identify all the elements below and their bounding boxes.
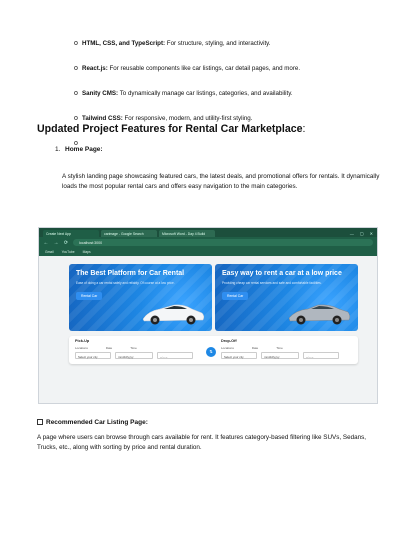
section-heading-colon: :: [302, 123, 306, 135]
section-heading: Updated Project Features for Rental Car …: [37, 123, 305, 135]
address-bar[interactable]: localhost:3000: [73, 239, 373, 246]
location-label: Locations: [75, 346, 88, 350]
bullet-icon: o: [74, 65, 78, 72]
bookmark-youtube[interactable]: YouTube: [62, 250, 75, 254]
bullet-icon: o: [74, 40, 78, 47]
list-item: o Sanity CMS: To dynamically manage car l…: [74, 90, 402, 115]
dropoff-fields: Select your city mm/dd/yyyy --:-- --: [221, 352, 339, 359]
swap-locations-button[interactable]: ⇅: [206, 347, 216, 357]
time-label: Time: [130, 346, 137, 350]
recommended-listing-label: Recommended Car Listing Page:: [46, 419, 148, 426]
banner-title: Easy way to rent a car at a low price: [222, 270, 342, 277]
dropoff-date-input[interactable]: mm/dd/yyyy: [261, 352, 299, 359]
pickup-time-input[interactable]: --:-- --: [157, 352, 193, 359]
browser-tab[interactable]: Create Next App: [43, 230, 99, 237]
list-item: o HTML, CSS, and TypeScript: For structur…: [74, 40, 402, 65]
time-label: Time: [276, 346, 283, 350]
silver-sports-car-image: [288, 304, 351, 325]
missing-glyph-icon: [37, 419, 43, 425]
date-label: Date: [105, 346, 113, 350]
web-page: The Best Platform for Car Rental Ease of…: [39, 256, 377, 403]
list-item: o React.js: For reusable components like …: [74, 65, 402, 90]
banner-subtitle: Ease of doing a car rental safely and re…: [76, 281, 175, 285]
dropoff-title: Drop-Off: [221, 339, 237, 343]
minimize-icon[interactable]: —: [350, 230, 354, 237]
hero-banner-right: Easy way to rent a car at a low price Pr…: [215, 264, 358, 331]
browser-tab[interactable]: carimage - Google Search: [101, 230, 157, 237]
booking-form: Pick-Up Locations Date Time Select your …: [69, 336, 358, 364]
list-item-bold: React.js:: [82, 65, 108, 72]
close-icon[interactable]: ✕: [370, 230, 373, 237]
list-item-text: For responsive, modern, and utility-firs…: [122, 115, 253, 122]
item-label: Home Page:: [65, 146, 103, 153]
dropoff-labels: Locations Date Time: [221, 346, 283, 350]
pickup-date-input[interactable]: mm/dd/yyyy: [115, 352, 153, 359]
dropoff-city-select[interactable]: Select your city: [221, 352, 257, 359]
banner-subtitle: Providing cheap car rental services and …: [222, 281, 322, 285]
pickup-labels: Locations Date Time: [75, 346, 137, 350]
banner-title: The Best Platform for Car Rental: [76, 270, 185, 277]
pickup-fields: Select your city mm/dd/yyyy --:-- --: [75, 352, 193, 359]
browser-toolbar: ← → ⟳ localhost:3000: [39, 237, 377, 248]
list-item-text: To dynamically manage car listings, cate…: [118, 90, 293, 97]
tech-stack-list: o HTML, CSS, and TypeScript: For structur…: [74, 40, 402, 165]
list-item: o: [74, 140, 402, 165]
list-item-bold: HTML, CSS, and TypeScript:: [82, 40, 166, 47]
swap-icon: ⇅: [209, 349, 213, 354]
home-page-description: A stylish landing page showcasing featur…: [62, 173, 380, 191]
pickup-city-select[interactable]: Select your city: [75, 352, 111, 359]
rental-car-button[interactable]: Rental Car: [222, 292, 249, 300]
bullet-icon: o: [74, 115, 78, 122]
bookmark-maps[interactable]: Maps: [83, 250, 91, 254]
white-sports-car-image: [142, 304, 205, 325]
list-item-bold: Sanity CMS:: [82, 90, 119, 97]
rental-car-button[interactable]: Rental Car: [76, 292, 103, 300]
bookmark-gmail[interactable]: Gmail: [45, 250, 54, 254]
browser-screenshot: Create Next App carimage - Google Search…: [38, 227, 378, 404]
list-item-bold: Tailwind CSS:: [82, 115, 123, 122]
recommended-listing-description: A page where users can browse through ca…: [37, 434, 367, 452]
list-item-text: For structure, styling, and interactivit…: [165, 40, 271, 47]
section-heading-text: Updated Project Features for Rental Car …: [37, 123, 303, 135]
browser-tab-bar: Create Next App carimage - Google Search…: [39, 228, 377, 237]
window-controls: — ▢ ✕: [350, 230, 377, 237]
forward-icon[interactable]: →: [53, 240, 59, 246]
dropoff-time-input[interactable]: --:-- --: [303, 352, 339, 359]
date-label: Date: [251, 346, 259, 350]
back-icon[interactable]: ←: [43, 240, 49, 246]
bookmarks-bar: Gmail YouTube Maps: [39, 248, 377, 256]
recommended-listing-heading: Recommended Car Listing Page:: [37, 419, 148, 426]
location-label: Locations: [221, 346, 234, 350]
numbered-item-home: 1. Home Page:: [55, 146, 103, 153]
pickup-section: Pick-Up: [75, 339, 89, 343]
dropoff-section: Drop-Off: [221, 339, 237, 343]
browser-tab[interactable]: Microsoft Word - Day 4 Build: [159, 230, 215, 237]
list-item-text: For reusable components like car listing…: [107, 65, 301, 72]
hero-banner-left: The Best Platform for Car Rental Ease of…: [69, 264, 212, 331]
bullet-icon: o: [74, 90, 78, 97]
pickup-title: Pick-Up: [75, 339, 90, 343]
maximize-icon[interactable]: ▢: [360, 230, 364, 237]
item-number: 1.: [55, 146, 61, 153]
reload-icon[interactable]: ⟳: [63, 240, 69, 246]
